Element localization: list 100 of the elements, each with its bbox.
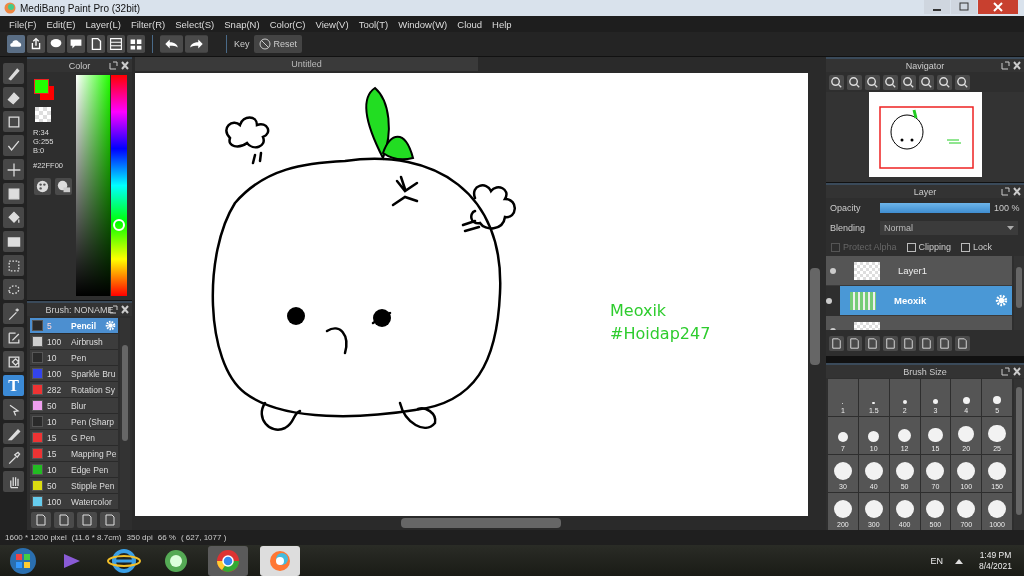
brush-list-item[interactable]: 50 Stipple Pen [30, 478, 118, 494]
move-icon [5, 161, 22, 178]
menu-item[interactable]: Color(C) [264, 18, 311, 30]
visibility-icon[interactable] [830, 267, 836, 274]
lasso-tool-button[interactable] [3, 279, 24, 300]
dropper-tool-button[interactable] [3, 447, 24, 468]
status-text: (11.6 * 8.7cm) [71, 533, 122, 542]
menu-item[interactable]: View(V) [310, 18, 354, 30]
brush-list-item[interactable]: 282 Rotation Sy [30, 382, 118, 398]
menu-item[interactable]: Help [487, 18, 517, 30]
hue-slider[interactable] [111, 75, 127, 296]
no-sign-icon [258, 38, 271, 50]
blending-dropdown[interactable]: Normal [880, 221, 1018, 236]
brush-list-item[interactable]: 100 Airbrush [30, 334, 118, 350]
hand-tool-button[interactable] [3, 471, 24, 492]
layer-thumbnail [850, 291, 876, 310]
status-text: 66 % [157, 533, 176, 542]
polyline-tool-button[interactable] [3, 135, 24, 156]
layer-option-checkbox[interactable]: Lock [961, 242, 993, 253]
eraser-tool-button[interactable] [3, 87, 24, 108]
menu-item[interactable]: Layer(L) [80, 18, 126, 30]
zoom-out-icon[interactable] [883, 74, 898, 90]
minimize-button[interactable] [924, 0, 950, 14]
brush-list-item[interactable]: 10 Edge Pen [30, 462, 118, 478]
scrollbar[interactable] [1014, 379, 1024, 530]
scrollbar[interactable] [120, 318, 130, 510]
status-text: ( 627, 1077 ) [180, 533, 227, 542]
palette-icon[interactable] [34, 178, 51, 195]
paint-app-icon[interactable] [260, 545, 300, 576]
new-page-icon[interactable] [54, 512, 74, 528]
saturation-value-picker[interactable] [76, 75, 110, 296]
layer-option-checkbox[interactable]: Clipping [906, 242, 952, 253]
gear-icon[interactable] [105, 320, 116, 331]
visibility-icon[interactable] [826, 297, 832, 304]
panel-controls-icon[interactable] [109, 61, 129, 70]
text-tool-button[interactable]: T [3, 375, 24, 396]
brush-list-item[interactable]: 10 Pen (Sharp [30, 414, 118, 430]
menu-item[interactable]: Snap(N) [219, 18, 265, 30]
gradient-tool-button[interactable] [3, 231, 24, 252]
clock-time: 1:49 PM [979, 549, 1012, 561]
language-indicator[interactable]: EN [930, 555, 943, 566]
new-layer-icon[interactable] [829, 335, 844, 351]
status-text: 350 dpi [126, 533, 153, 542]
zoom-reset-icon[interactable] [829, 74, 844, 90]
share-icon[interactable] [27, 35, 45, 53]
menu-item[interactable]: Edit(E) [41, 18, 81, 30]
brush-list-item[interactable]: 10 Pen [30, 350, 118, 366]
brush-list-item[interactable]: 50 Blur [30, 398, 118, 414]
zoom-in-icon[interactable] [847, 74, 862, 90]
rect-tool-button[interactable] [3, 111, 24, 132]
brush-list-item[interactable]: 100 Watercolor [30, 494, 118, 510]
menu-item[interactable]: Select(S) [170, 18, 220, 30]
bucket-tool-button[interactable] [3, 207, 24, 228]
doc-icon[interactable] [87, 35, 105, 53]
brush-list-item[interactable]: 15 G Pen [30, 430, 118, 446]
layer-row[interactable]: Layer1 [826, 256, 1012, 287]
cloud-icon[interactable] [7, 35, 25, 53]
caret-icon [1007, 226, 1014, 231]
scrollbar[interactable] [1014, 256, 1024, 331]
brush-list-item[interactable]: 15 Mapping Pe [30, 446, 118, 462]
wand-tool-button[interactable] [3, 303, 24, 324]
layer-thumbnail [854, 261, 880, 280]
blending-label: Blending [830, 223, 867, 234]
panel-title: Color [68, 60, 91, 71]
move-tool-button[interactable] [3, 159, 24, 180]
brush-list-item[interactable]: 100 Sparkle Bru [30, 366, 118, 382]
selection-eraser-tool-button[interactable] [3, 351, 24, 372]
menu-item[interactable]: Filter(R) [125, 18, 171, 30]
grid-icon[interactable] [127, 35, 145, 53]
undo-button[interactable] [160, 35, 183, 53]
gear-icon[interactable] [995, 294, 1008, 308]
redo-button[interactable] [185, 35, 208, 53]
comment-icon[interactable] [67, 35, 85, 53]
status-text: 1600 * 1200 pixel [5, 533, 67, 542]
menu-item[interactable]: Tool(T) [353, 18, 394, 30]
panel-controls-icon[interactable] [1001, 61, 1021, 70]
palette-settings-icon[interactable] [55, 178, 72, 195]
hue-slider-thumb[interactable] [113, 219, 125, 232]
reset-button[interactable]: Reset [253, 35, 303, 53]
pointer-tool-button[interactable] [3, 399, 24, 420]
select-tool-button[interactable] [3, 255, 24, 276]
menu-item[interactable]: File(F) [4, 18, 42, 30]
panel-controls-icon[interactable] [1001, 367, 1021, 376]
panel-controls-icon[interactable] [1001, 187, 1021, 197]
close-button[interactable] [978, 0, 1018, 14]
panel-title: Navigator [905, 60, 945, 71]
bubble-icon[interactable] [47, 35, 65, 53]
fill-tool-button[interactable] [3, 183, 24, 204]
panel-title: Layer [913, 186, 937, 197]
selection-pen-tool-button[interactable] [3, 327, 24, 348]
brush-tool-button[interactable] [3, 63, 24, 84]
color-swatches[interactable] [34, 79, 56, 101]
document-tab[interactable]: Untitled [135, 57, 478, 71]
transparent-swatch[interactable] [35, 107, 51, 122]
menu-item[interactable]: Window(W) [393, 18, 453, 30]
menu-item[interactable]: Cloud [452, 18, 488, 30]
list-icon[interactable] [107, 35, 125, 53]
tray-arrow-icon[interactable] [954, 557, 963, 564]
knife-tool-button[interactable] [3, 423, 24, 444]
opacity-slider[interactable] [880, 203, 990, 214]
